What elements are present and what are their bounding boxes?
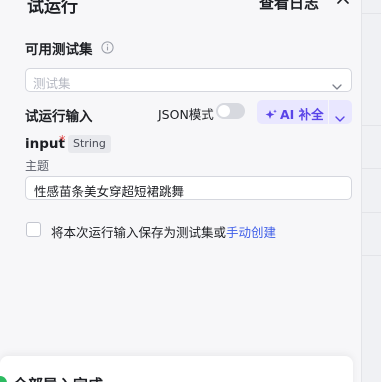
test-set-label: 可用测试集 [25, 42, 93, 58]
save-option-label: 将本次运行输入保存为测试集或 [51, 225, 227, 240]
import-status-label: 全部导入完成 [13, 374, 103, 382]
import-status-card[interactable]: 全部导入完成 [0, 356, 353, 382]
panel-header: 试运行 查看日志 [0, 0, 361, 20]
test-set-placeholder: 测试集 [33, 76, 71, 91]
chevron-down-icon [332, 76, 342, 90]
json-mode-label: JSON模式 [158, 107, 214, 122]
divider [362, 13, 381, 14]
divider [362, 125, 381, 126]
divider [362, 168, 381, 169]
field-type-badge: String [68, 135, 111, 153]
save-as-test-set-checkbox[interactable] [26, 222, 41, 237]
success-icon [0, 376, 7, 382]
info-icon[interactable] [101, 39, 114, 54]
field-description: 主题 [25, 159, 50, 173]
close-icon[interactable] [336, 0, 350, 8]
input-value-field[interactable]: 性感苗条美女穿超短裙跳舞 [25, 176, 352, 200]
test-run-panel: 试运行 查看日志 可用测试集 测试集 试运行输入 JSON模式 AI 补全 in… [0, 0, 361, 382]
required-mark: * [59, 134, 66, 149]
chevron-down-icon [335, 108, 345, 122]
save-as-test-set-text: 将本次运行输入保存为测试集或手动创建 [51, 222, 276, 241]
manual-create-link[interactable]: 手动创建 [226, 225, 276, 240]
run-input-label: 试运行输入 [25, 109, 93, 125]
divider [362, 255, 381, 256]
view-log-button[interactable]: 查看日志 [259, 0, 319, 13]
background-strip [361, 0, 381, 382]
page-title: 试运行 [27, 0, 78, 17]
sparkle-icon [265, 106, 277, 119]
test-set-select[interactable]: 测试集 [25, 68, 352, 92]
ai-fill-label: AI 补全 [280, 107, 324, 122]
ai-fill-button[interactable]: AI 补全 [257, 100, 328, 124]
json-mode-toggle[interactable] [216, 103, 245, 119]
divider [362, 212, 381, 213]
ai-fill-dropdown-button[interactable] [329, 100, 352, 124]
toggle-knob [218, 105, 230, 117]
input-value-text: 性感苗条美女穿超短裙跳舞 [34, 184, 185, 199]
